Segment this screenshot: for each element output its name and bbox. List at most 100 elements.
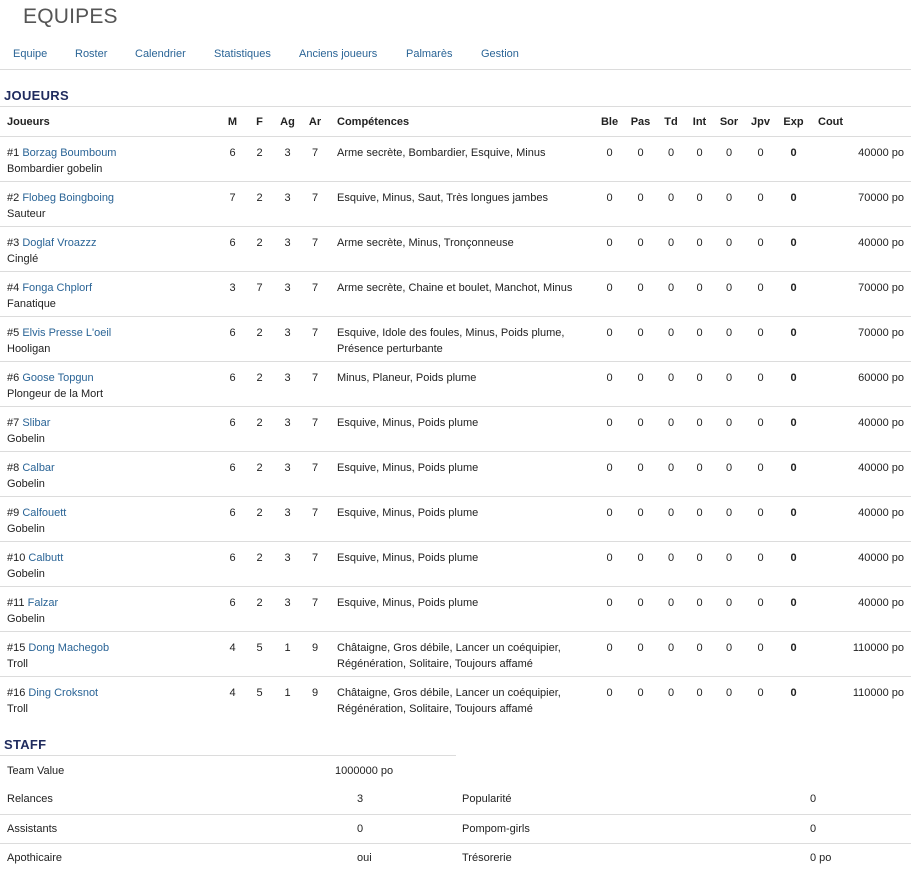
player-exp: 0 bbox=[777, 496, 810, 542]
player-name-link[interactable]: Borzag Boumboum bbox=[22, 147, 116, 159]
player-stat-sor: 0 bbox=[714, 361, 744, 407]
col-ar[interactable]: Ar bbox=[302, 106, 328, 137]
player-stat-ble: 0 bbox=[595, 676, 624, 722]
col-m[interactable]: M bbox=[219, 106, 246, 137]
player-number: #2 bbox=[7, 192, 20, 204]
col-exp[interactable]: Exp bbox=[777, 106, 810, 137]
player-row: #10 Calbutt Gobelin 6 2 3 7 Esquive, Minus, Po… bbox=[0, 541, 911, 587]
player-stat-ar: 9 bbox=[302, 631, 328, 677]
staff-empty-cell bbox=[547, 756, 917, 785]
player-skills: Esquive, Minus, Poids plume bbox=[328, 406, 595, 452]
player-number: #8 bbox=[7, 462, 20, 474]
player-stat-jpv: 0 bbox=[744, 631, 777, 677]
player-name-link[interactable]: Doglaf Vroazzz bbox=[22, 237, 96, 249]
player-stat-m: 6 bbox=[219, 586, 246, 632]
staff-left-value: oui bbox=[357, 851, 372, 864]
player-stat-f: 2 bbox=[256, 147, 263, 159]
player-name-link[interactable]: Calbutt bbox=[28, 552, 63, 564]
team-value-label: Team Value bbox=[7, 764, 65, 777]
nav-equipe[interactable]: Equipe bbox=[13, 48, 47, 60]
player-name-link[interactable]: Goose Topgun bbox=[22, 372, 93, 384]
player-skills: Minus, Planeur, Poids plume bbox=[328, 361, 595, 407]
col-ble[interactable]: Ble bbox=[595, 106, 624, 137]
col-td[interactable]: Td bbox=[657, 106, 685, 137]
player-stat-f: 2 bbox=[246, 406, 273, 452]
player-stat-td: 0 bbox=[657, 676, 685, 722]
player-cost: 40000 po bbox=[810, 406, 911, 452]
player-stat-f: 2 bbox=[246, 586, 273, 632]
player-stat-f: 2 bbox=[246, 181, 273, 227]
player-name-link[interactable]: Falzar bbox=[28, 597, 59, 609]
player-cell: #4 Fonga Chplorf Fanatique bbox=[0, 271, 219, 317]
player-skills: Esquive, Minus, Poids plume bbox=[328, 586, 595, 632]
col-joueurs[interactable]: Joueurs bbox=[0, 106, 219, 137]
player-stat-td: 0 bbox=[657, 541, 685, 587]
player-stat-pas: 0 bbox=[624, 361, 657, 407]
player-stat-ag: 3 bbox=[273, 361, 302, 407]
col-pas[interactable]: Pas bbox=[624, 106, 657, 137]
player-stat-sor: 0 bbox=[725, 147, 733, 159]
player-exp: 0 bbox=[777, 406, 810, 452]
nav-statistiques[interactable]: Statistiques bbox=[214, 48, 271, 60]
player-stat-int: 0 bbox=[685, 496, 714, 542]
player-name-link[interactable]: Dong Machegob bbox=[28, 642, 109, 654]
player-row: #7 Slibar Gobelin 6 2 3 7 Esquive, Minus, Poid… bbox=[0, 406, 911, 452]
player-stat-ar: 7 bbox=[302, 181, 328, 227]
player-stat-ag: 1 bbox=[273, 631, 302, 677]
player-stat-td: 0 bbox=[667, 147, 675, 159]
col-int[interactable]: Int bbox=[685, 106, 714, 137]
col-cout[interactable]: Cout bbox=[810, 106, 911, 137]
player-name-link[interactable]: Fonga Chplorf bbox=[22, 282, 92, 294]
player-stat-f: 5 bbox=[246, 676, 273, 722]
staff-right-value: 0 bbox=[729, 785, 911, 815]
nav-gestion[interactable]: Gestion bbox=[481, 48, 519, 60]
player-cost: 40000 po bbox=[810, 496, 911, 542]
player-stat-f: 2 bbox=[246, 541, 273, 587]
col-competences[interactable]: Compétences bbox=[328, 106, 595, 137]
team-nav: Equipe Roster Calendrier Statistiques An… bbox=[0, 44, 911, 70]
player-stat-sor: 0 bbox=[714, 631, 744, 677]
nav-anciens-joueurs[interactable]: Anciens joueurs bbox=[299, 48, 377, 60]
player-row: #9 Calfouett Gobelin 6 2 3 7 Esquive, Minus, P… bbox=[0, 496, 911, 542]
player-stat-jpv: 0 bbox=[744, 586, 777, 632]
player-stat-ble: 0 bbox=[595, 406, 624, 452]
player-exp: 0 bbox=[777, 676, 810, 722]
player-stat-int: 0 bbox=[685, 271, 714, 317]
col-sor[interactable]: Sor bbox=[714, 106, 744, 137]
col-ag[interactable]: Ag bbox=[273, 106, 302, 137]
player-stat-jpv: 0 bbox=[757, 147, 764, 159]
player-stat-m: 4 bbox=[219, 631, 246, 677]
player-name-link[interactable]: Flobeg Boingboing bbox=[22, 192, 114, 204]
player-stat-td: 0 bbox=[657, 496, 685, 542]
player-skills: Esquive, Idole des foules, Minus, Poids … bbox=[328, 316, 595, 362]
player-stat-ag: 3 bbox=[273, 541, 302, 587]
staff-right-label: Popularité bbox=[456, 785, 729, 815]
col-jpv[interactable]: Jpv bbox=[744, 106, 777, 137]
player-name-link[interactable]: Calbar bbox=[22, 462, 54, 474]
player-name-link[interactable]: Elvis Presse L'oeil bbox=[22, 327, 111, 339]
player-stat-m: 6 bbox=[219, 541, 246, 587]
player-name-link[interactable]: Calfouett bbox=[22, 507, 66, 519]
player-stat-sor: 0 bbox=[714, 406, 744, 452]
staff-left-value: 3 bbox=[183, 785, 456, 815]
player-name-link[interactable]: Slibar bbox=[22, 417, 50, 429]
col-f[interactable]: F bbox=[246, 106, 273, 137]
nav-calendrier[interactable]: Calendrier bbox=[135, 48, 186, 60]
player-row: #1 Borzag Boumboum Bombardier gobelin 6 2 3 7… bbox=[0, 137, 911, 182]
player-stat-ar: 7 bbox=[302, 361, 328, 407]
player-stat-pas: 0 bbox=[624, 496, 657, 542]
nav-roster[interactable]: Roster bbox=[75, 48, 107, 60]
player-stat-ble: 0 bbox=[595, 226, 624, 272]
player-stat-int: 0 bbox=[696, 147, 703, 159]
player-skills: Esquive, Minus, Poids plume bbox=[328, 496, 595, 542]
player-cost: 40000 po bbox=[810, 541, 911, 587]
player-stat-m: 7 bbox=[219, 181, 246, 227]
player-cost: 70000 po bbox=[810, 181, 911, 227]
nav-palmares[interactable]: Palmarès bbox=[406, 48, 452, 60]
player-stat-pas: 0 bbox=[624, 271, 657, 317]
player-stat-jpv: 0 bbox=[744, 451, 777, 497]
staff-right-value: 0 po bbox=[810, 851, 832, 864]
staff-right-value: 0 bbox=[729, 814, 911, 844]
player-name-link[interactable]: Ding Croksnot bbox=[28, 687, 98, 699]
player-stat-jpv: 0 bbox=[744, 181, 777, 227]
